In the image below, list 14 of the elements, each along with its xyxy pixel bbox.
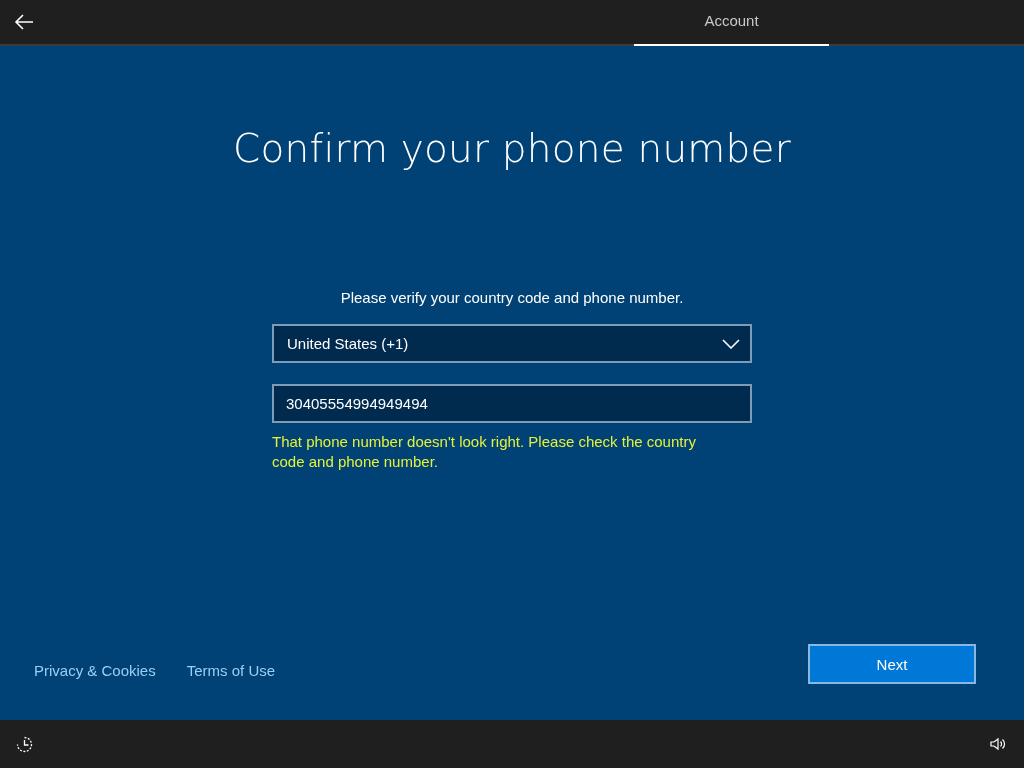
ease-of-access-icon <box>16 735 33 753</box>
footer-link[interactable]: Privacy & Cookies <box>34 662 156 679</box>
back-arrow-icon <box>14 14 34 30</box>
chevron-down-icon <box>722 338 740 349</box>
speaker-icon <box>990 737 1006 751</box>
instruction-text: Please verify your country code and phone number. <box>340 289 684 306</box>
volume-button[interactable] <box>990 737 1006 751</box>
accessibility-button[interactable] <box>16 735 33 753</box>
footer-link[interactable]: Terms of Use <box>186 662 276 679</box>
next-button[interactable]: Next <box>808 644 976 684</box>
phone-number-field[interactable]: 30405554994949494 <box>272 384 752 423</box>
error-message: That phone number doesn't look right. Please check the country code and phone number. <box>272 432 697 472</box>
page-title: Confirm your phone number <box>233 126 791 171</box>
country-dropdown[interactable]: United States (+1) <box>272 324 752 363</box>
